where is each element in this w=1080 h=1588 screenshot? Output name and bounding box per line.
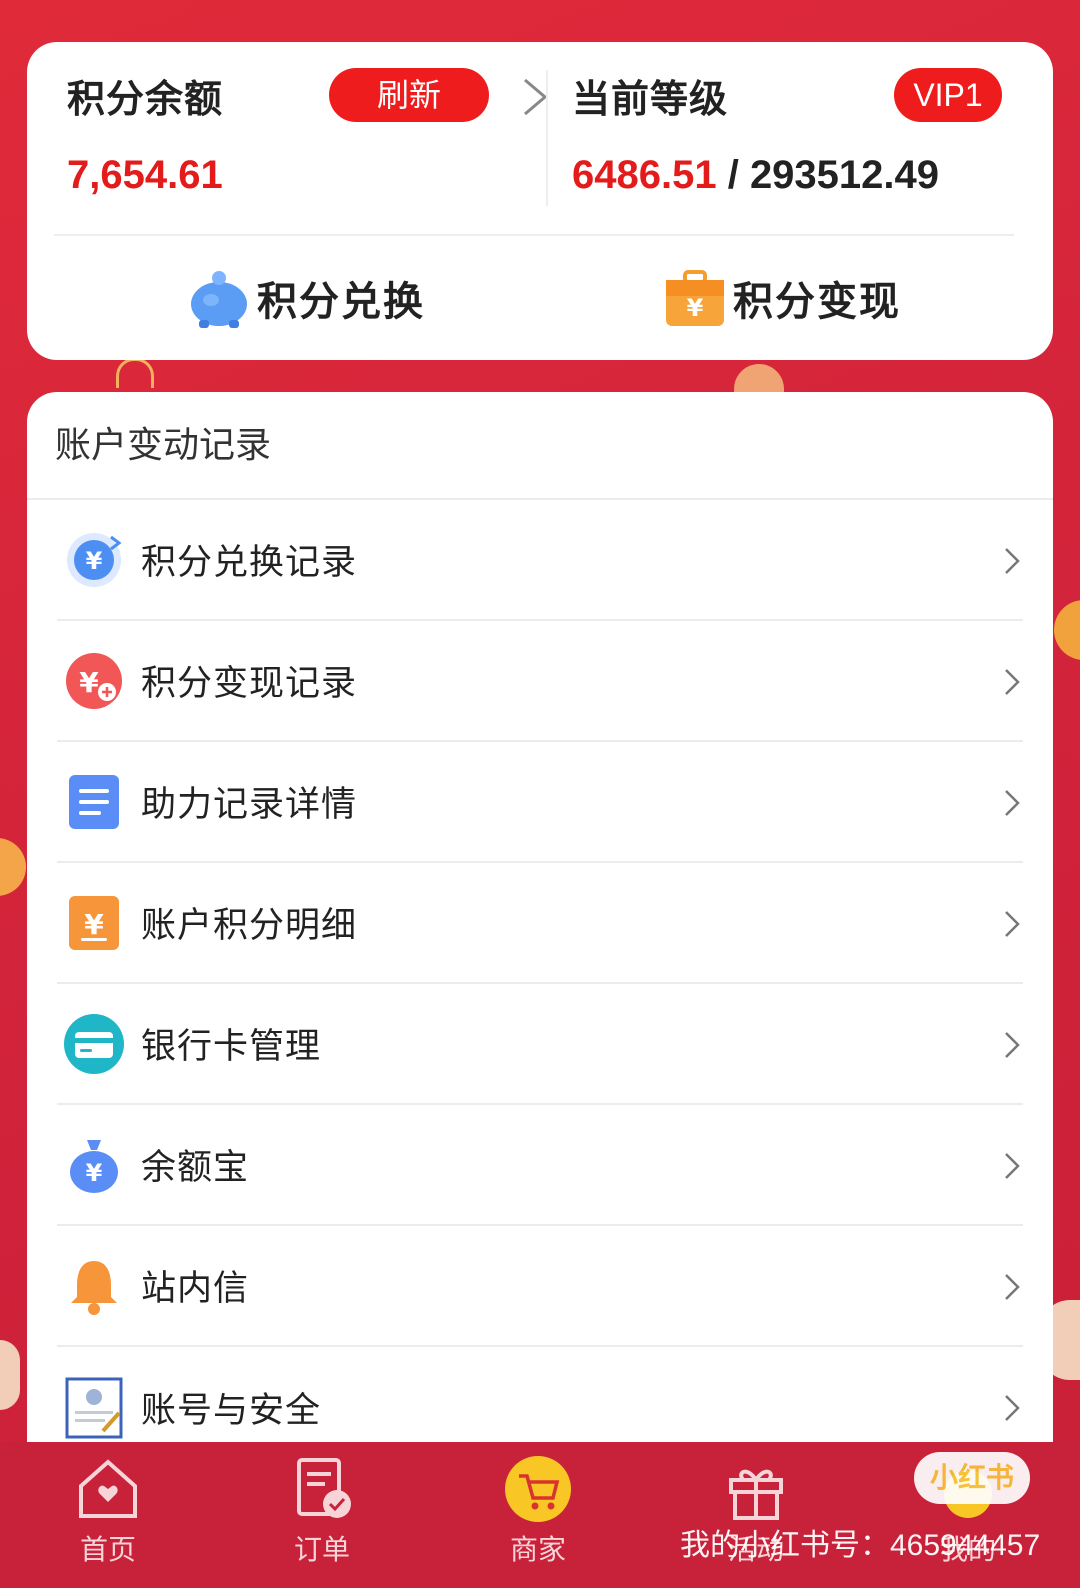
list-item-yuebao[interactable]: ¥ 余额宝 xyxy=(57,1105,1023,1226)
decor-swirl xyxy=(116,358,154,388)
bank-card-icon xyxy=(64,1013,124,1074)
chevron-right-icon xyxy=(1005,548,1020,574)
points-exchange-label: 积分兑换 xyxy=(257,279,425,325)
list-item-points-detail[interactable]: ¥ 账户积分明细 xyxy=(57,863,1023,984)
points-summary-card: 积分余额 刷新 7,654.61 当前等级 VIP1 6486.51 / 293… xyxy=(27,42,1053,360)
money-bag-icon: ¥ xyxy=(70,1139,118,1193)
decor-left-lower xyxy=(0,1340,20,1410)
svg-text:¥: ¥ xyxy=(79,666,99,699)
refresh-button[interactable]: 刷新 xyxy=(329,68,489,122)
level-section: 当前等级 VIP1 6486.51 / 293512.49 xyxy=(572,68,1032,198)
yuan-exchange-icon: ¥ xyxy=(67,532,122,587)
briefcase-yuan-icon: ¥ xyxy=(666,270,724,326)
vip-badge: VIP1 xyxy=(894,68,1002,122)
level-target-value: 293512.49 xyxy=(749,153,940,197)
balance-value: 7,654.61 xyxy=(67,153,223,197)
chevron-right-icon xyxy=(1005,1395,1020,1421)
nav-order[interactable]: 订单 xyxy=(252,1454,392,1568)
chevron-right-icon xyxy=(1005,1274,1020,1300)
list-item-label: 站内信 xyxy=(141,1269,250,1309)
points-exchange-button[interactable]: 积分兑换 xyxy=(187,266,425,330)
bell-icon xyxy=(71,1260,117,1315)
account-records-card: 账户变动记录 ¥ 积分兑换记录 ¥ 积分变现记录 助力记录详情 ¥ 账户积分明细… xyxy=(27,392,1053,1442)
document-icon xyxy=(69,774,119,829)
home-icon xyxy=(79,1459,137,1518)
level-current-value: 6486.51 xyxy=(572,153,717,197)
chevron-right-icon xyxy=(1005,1153,1020,1179)
shopping-cart-icon xyxy=(505,1456,571,1522)
list-item-label: 账户积分明细 xyxy=(141,906,358,946)
list-item-label: 余额宝 xyxy=(141,1148,250,1188)
nav-label: 订单 xyxy=(293,1533,350,1566)
chevron-right-icon xyxy=(1005,790,1020,816)
ledger-icon: ¥ xyxy=(69,895,119,950)
list-item-exchange-records[interactable]: ¥ 积分兑换记录 xyxy=(57,500,1023,621)
divider xyxy=(54,234,1014,236)
yuan-cash-icon: ¥ xyxy=(66,652,122,709)
level-separator: / xyxy=(716,153,750,197)
piggy-bank-icon xyxy=(191,271,247,328)
list-item-bank-cards[interactable]: 银行卡管理 xyxy=(57,984,1023,1105)
nav-shop[interactable]: 商家 xyxy=(468,1454,608,1568)
list-item-label: 助力记录详情 xyxy=(141,785,358,825)
list-item-account-security[interactable]: 账号与安全 xyxy=(57,1347,1023,1442)
chevron-right-icon xyxy=(1005,1032,1020,1058)
gift-icon xyxy=(729,1469,783,1520)
list-item-inbox[interactable]: 站内信 xyxy=(57,1226,1023,1347)
list-item-assist-records[interactable]: 助力记录详情 xyxy=(57,742,1023,863)
svg-text:¥: ¥ xyxy=(86,547,103,575)
nav-label: 首页 xyxy=(79,1533,136,1566)
list-item-label: 积分兑换记录 xyxy=(141,543,358,583)
order-icon xyxy=(297,1458,351,1518)
section-title: 账户变动记录 xyxy=(27,392,1053,500)
certificate-icon xyxy=(65,1377,123,1438)
chevron-right-icon xyxy=(1005,669,1020,695)
decor-left xyxy=(0,838,26,896)
points-cash-button[interactable]: ¥ 积分变现 xyxy=(663,266,901,330)
svg-text:¥: ¥ xyxy=(687,294,704,322)
divider xyxy=(546,70,548,206)
list-item-label: 积分变现记录 xyxy=(141,664,358,704)
list-item-cash-records[interactable]: ¥ 积分变现记录 xyxy=(57,621,1023,742)
nav-home[interactable]: 首页 xyxy=(38,1454,178,1568)
watermark-logo: 小红书 xyxy=(914,1452,1030,1504)
svg-text:¥: ¥ xyxy=(84,908,104,941)
chevron-right-icon xyxy=(1005,911,1020,937)
svg-text:¥: ¥ xyxy=(86,1159,103,1187)
balance-section: 积分余额 刷新 7,654.61 xyxy=(67,68,548,198)
points-cash-label: 积分变现 xyxy=(733,279,901,325)
list-item-label: 账号与安全 xyxy=(141,1391,322,1431)
watermark-text: 我的小红书号：465944457 xyxy=(680,1529,1041,1562)
decor-right xyxy=(1054,600,1080,660)
nav-label: 商家 xyxy=(509,1533,566,1566)
list-item-label: 银行卡管理 xyxy=(141,1027,322,1067)
